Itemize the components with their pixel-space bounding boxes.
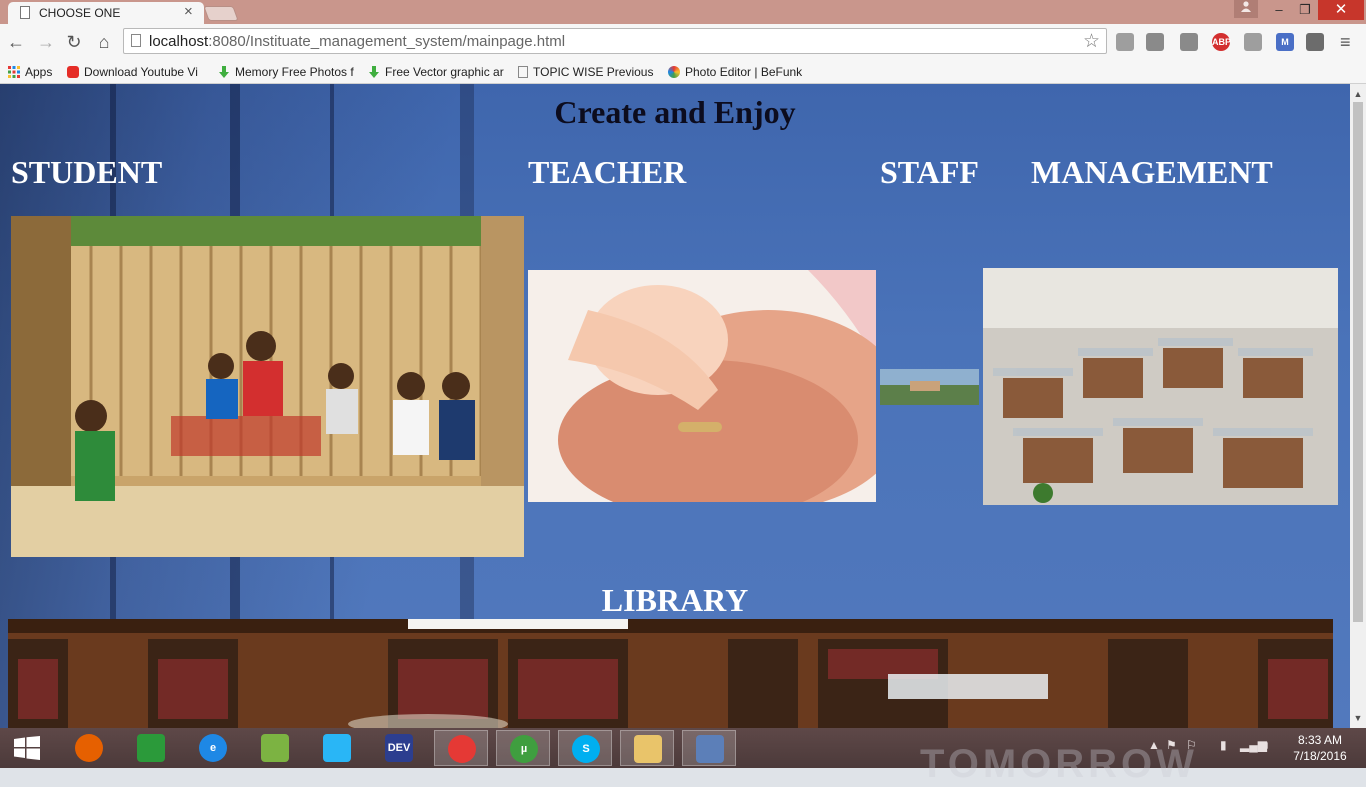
library-heading: LIBRARY <box>601 582 749 618</box>
page-icon <box>518 66 528 78</box>
staff-heading: STAFF <box>880 154 979 190</box>
flag-icon[interactable]: ⚐ <box>1186 738 1197 752</box>
page-title: Create and Enjoy <box>554 94 796 130</box>
management-photo[interactable] <box>983 268 1338 505</box>
taskbar-app-utorrent[interactable]: µ <box>496 730 550 766</box>
clock-date: 7/18/2016 <box>1293 749 1347 763</box>
page-icon <box>20 6 30 19</box>
firefox-icon <box>75 734 103 762</box>
utorrent-icon: µ <box>510 735 538 763</box>
android-studio-icon <box>261 734 289 762</box>
apps-grid-icon <box>8 65 20 78</box>
store-icon <box>137 734 165 762</box>
gmail-icon[interactable]: M <box>1276 33 1294 51</box>
shareit-icon <box>323 734 351 762</box>
tab-strip: CHOOSE ONE × – ❐ ✕ <box>0 0 1366 24</box>
internet-explorer-icon: e <box>199 734 227 762</box>
page-icon <box>131 34 141 47</box>
show-hidden-icons[interactable]: ▲ <box>1148 738 1160 752</box>
new-tab-button[interactable] <box>203 6 239 21</box>
clock-time: 8:33 AM <box>1297 733 1343 747</box>
devcpp-icon: DEV <box>385 734 413 762</box>
teacher-photo[interactable] <box>528 270 876 502</box>
address-bar[interactable]: localhost:8080/Instituate_management_sys… <box>123 28 1107 54</box>
student-heading: STUDENT <box>11 154 163 190</box>
taskbar-app-virtualbox[interactable] <box>682 730 736 766</box>
teacher-heading: TEACHER <box>528 154 687 190</box>
taskbar-app-file-explorer[interactable] <box>620 730 674 766</box>
skype-icon: S <box>572 735 600 763</box>
tab-title: CHOOSE ONE <box>39 6 121 20</box>
minimize-button[interactable]: – <box>1266 0 1292 20</box>
page-viewport: Create and Enjoy STUDENT TEACHER STAFF M… <box>0 84 1350 728</box>
close-window-button[interactable]: ✕ <box>1318 0 1364 20</box>
office-icon[interactable] <box>1116 33 1134 51</box>
bookmark-topic-wise[interactable]: TOPIC WISE Previous <box>518 63 653 81</box>
bookmark-befunky[interactable]: Photo Editor | BeFunk <box>668 63 802 81</box>
management-heading: MANAGEMENT <box>1031 154 1273 190</box>
student-photo[interactable] <box>11 216 524 557</box>
bookmark-memory-free-photos[interactable]: Memory Free Photos f <box>218 63 354 81</box>
tab-close-icon[interactable]: × <box>184 4 193 20</box>
taskbar-app-chrome[interactable] <box>434 730 488 766</box>
library-photo[interactable] <box>8 619 1333 728</box>
adblock-plus-icon[interactable]: ABP <box>1212 33 1231 51</box>
bookmark-star-icon[interactable]: ☆ <box>1083 30 1100 53</box>
volume-icon[interactable]: 🔈︎ <box>1264 738 1271 753</box>
bookmark-youtube-downloader[interactable]: Download Youtube Vi <box>67 63 198 81</box>
back-button[interactable]: ← <box>6 32 26 52</box>
menu-icon[interactable]: ≡ <box>1340 32 1351 53</box>
bookmarks-bar: Apps Download Youtube Vi Memory Free Pho… <box>0 60 1366 84</box>
forward-button[interactable]: → <box>36 32 56 52</box>
action-center-flag-icon[interactable]: ⚑ <box>1166 738 1177 752</box>
befunky-icon <box>668 66 680 78</box>
home-button[interactable]: ⌂ <box>94 32 114 52</box>
virtualbox-icon <box>696 735 724 763</box>
puzzle-icon[interactable] <box>1146 33 1164 51</box>
bookmark-free-vector-graphic[interactable]: Free Vector graphic ar <box>368 63 504 81</box>
taskbar-app-shareit[interactable] <box>310 730 364 766</box>
tab-choose-one[interactable]: CHOOSE ONE × <box>8 2 204 24</box>
battery-icon[interactable]: ▮ <box>1220 738 1227 752</box>
puzzle-icon-2[interactable] <box>1180 33 1198 51</box>
download-arrow-icon <box>368 65 380 78</box>
taskbar-app-devcpp[interactable]: DEV <box>372 730 426 766</box>
taskbar-app-skype[interactable]: S <box>558 730 612 766</box>
page-scrollbar[interactable]: ▲ ▼ <box>1350 84 1366 728</box>
youtube-icon <box>67 66 79 78</box>
maximize-button[interactable]: ❐ <box>1292 0 1318 20</box>
windows-start-button[interactable] <box>14 736 40 760</box>
file-explorer-icon <box>634 735 662 763</box>
scroll-down-arrow-icon[interactable]: ▼ <box>1350 710 1366 726</box>
network-icon[interactable]: ▂▄▆ <box>1240 738 1267 752</box>
taskbar-app-firefox[interactable] <box>62 730 116 766</box>
download-arrow-icon <box>218 65 230 78</box>
person-icon[interactable] <box>1234 0 1258 18</box>
taskbar-app-internet-explorer[interactable]: e <box>186 730 240 766</box>
scroll-thumb[interactable] <box>1353 102 1363 622</box>
taskbar: TOMORROW e DEV µ S ▲ ⚑ ⚐ ▮ ▂▄▆ 🔈︎ 8:33 AM 7… <box>0 728 1366 786</box>
circle-extension-icon[interactable] <box>1244 33 1262 51</box>
system-clock[interactable]: 8:33 AM 7/18/2016 <box>1290 732 1350 764</box>
bookmark-apps[interactable]: Apps <box>8 63 52 81</box>
taskbar-app-store[interactable] <box>124 730 178 766</box>
staff-photo[interactable] <box>880 369 979 405</box>
reload-button[interactable]: ↻ <box>64 32 84 52</box>
film-reel-icon[interactable] <box>1306 33 1324 51</box>
browser-toolbar: ← → ↻ ⌂ localhost:8080/Instituate_manage… <box>0 24 1366 60</box>
scroll-up-arrow-icon[interactable]: ▲ <box>1350 86 1366 102</box>
url-text: localhost:8080/Instituate_management_sys… <box>149 33 566 50</box>
taskbar-app-android-studio[interactable] <box>248 730 302 766</box>
chrome-icon <box>448 735 476 763</box>
